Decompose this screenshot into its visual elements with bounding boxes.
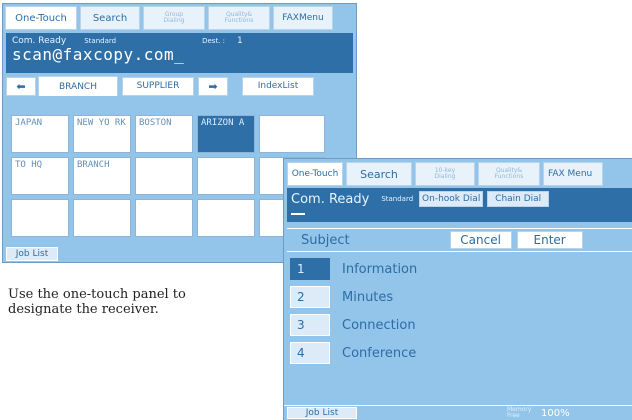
- one-touch-key-japan[interactable]: JAPAN: [11, 115, 69, 153]
- panel2-bottom-bar: Job List Memory Free 100%: [284, 405, 632, 420]
- instruction-caption: Use the one-touch panel to designate the…: [8, 287, 186, 317]
- one-touch-key-boston[interactable]: BOSTON: [135, 115, 193, 153]
- one-touch-key-arizona[interactable]: ARIZON A: [197, 115, 255, 153]
- status-dest-label: Dest. :: [202, 37, 225, 45]
- tab-10-key-dialing-label: 10-key Dialing: [435, 168, 456, 180]
- subject-item[interactable]: 1 Information: [290, 258, 630, 280]
- one-touch-key-to-hq[interactable]: TO HQ: [11, 157, 69, 195]
- subject-item-label: Conference: [342, 345, 417, 361]
- tab-search[interactable]: Search: [80, 6, 140, 30]
- one-touch-key-new-york[interactable]: NEW YO RK: [73, 115, 131, 153]
- subject-item-number: 1: [290, 258, 330, 280]
- subject-item[interactable]: 2 Minutes: [290, 286, 630, 308]
- tab-search[interactable]: Search: [346, 162, 412, 186]
- status-mode: Standard: [84, 37, 117, 45]
- one-touch-key-empty[interactable]: [259, 115, 325, 153]
- one-touch-key-empty[interactable]: [197, 199, 255, 237]
- subject-item-number: 2: [290, 286, 330, 308]
- subject-item-label: Minutes: [342, 289, 394, 305]
- panel2-tab-bar: One-Touch Search 10-key Dialing Quality&…: [284, 159, 632, 186]
- left-arrow-button[interactable]: ⬅: [6, 76, 36, 96]
- right-arrow-button[interactable]: ➡: [198, 76, 228, 96]
- one-touch-key-empty[interactable]: [197, 157, 255, 195]
- job-list-button[interactable]: Job List: [6, 247, 58, 261]
- tab-quality-line2: Functions: [224, 17, 254, 24]
- tab-quality-functions[interactable]: Quality& Functions: [208, 6, 270, 30]
- subject-header-row: Subject Cancel Enter: [287, 228, 632, 252]
- subject-item[interactable]: 3 Connection: [290, 314, 630, 336]
- tab-group-dialing-label: Group Dialing: [164, 12, 185, 24]
- one-touch-key-grid: JAPAN NEW YO RK BOSTON ARIZON A TO HQ BR…: [11, 115, 325, 237]
- group-tab-supplier[interactable]: SUPPLIER: [122, 76, 194, 96]
- tab-quality-functions-label: Quality& Functions: [495, 168, 524, 180]
- status-mode: Standard: [381, 195, 414, 203]
- subject-panel: One-Touch Search 10-key Dialing Quality&…: [283, 158, 632, 420]
- subject-item-number: 4: [290, 342, 330, 364]
- memory-free-label: Memory Free: [507, 406, 532, 419]
- one-touch-key-empty[interactable]: [135, 199, 193, 237]
- tab-fax-menu[interactable]: FAX Menu: [543, 162, 603, 186]
- panel1-status-area: Com. Ready Standard Dest. : 1 scan@faxco…: [6, 33, 353, 73]
- tab-fax-menu[interactable]: FAXMenu: [273, 6, 333, 30]
- memory-free-value: 100%: [541, 407, 570, 419]
- index-list-button[interactable]: IndexList: [242, 76, 314, 96]
- tab-10-key-dialing[interactable]: 10-key Dialing: [415, 162, 475, 186]
- enter-button[interactable]: Enter: [516, 231, 583, 249]
- panel2-status-area: Com. Ready Standard On-hook Dial Chain D…: [287, 188, 632, 222]
- subject-label: Subject: [301, 232, 350, 248]
- tab-one-touch[interactable]: One-Touch: [287, 162, 343, 186]
- tab-quality-functions[interactable]: Quality& Functions: [478, 162, 540, 186]
- tab-group-dialing[interactable]: Group Dialing: [143, 6, 205, 30]
- tab-one-touch[interactable]: One-Touch: [5, 6, 77, 30]
- tab-group-dialing-line2: Dialing: [163, 17, 185, 24]
- on-hook-dial-button[interactable]: On-hook Dial: [419, 191, 484, 207]
- cancel-button[interactable]: Cancel: [449, 231, 512, 249]
- one-touch-key-empty[interactable]: [11, 199, 69, 237]
- subject-list: 1 Information 2 Minutes 3 Connection 4 C…: [284, 258, 632, 364]
- group-tab-branch[interactable]: BRANCH: [38, 76, 118, 96]
- one-touch-key-empty[interactable]: [73, 199, 131, 237]
- subject-item-label: Information: [342, 261, 418, 277]
- one-touch-key-branch[interactable]: BRANCH: [73, 157, 131, 195]
- status-com-ready: Com. Ready: [291, 191, 370, 207]
- tab-10-key-line2: Dialing: [434, 173, 456, 180]
- destination-address: scan@faxcopy.com_: [12, 45, 185, 64]
- panel1-nav-row: ⬅ BRANCH SUPPLIER ➡ IndexList: [6, 76, 353, 96]
- one-touch-key-empty[interactable]: [135, 157, 193, 195]
- panel1-tab-bar: One-Touch Search Group Dialing Quality& …: [3, 4, 356, 30]
- subject-item[interactable]: 4 Conference: [290, 342, 630, 364]
- subject-item-label: Connection: [342, 317, 416, 333]
- subject-item-number: 3: [290, 314, 330, 336]
- panel2-status-row: Com. Ready Standard On-hook Dial Chain D…: [291, 191, 628, 207]
- chain-dial-button[interactable]: Chain Dial: [487, 191, 550, 207]
- tab-quality-line2: Functions: [494, 173, 524, 180]
- status-dest-value: 1: [237, 36, 243, 46]
- tab-quality-functions-label: Quality& Functions: [225, 12, 254, 24]
- status-cursor: [291, 213, 305, 215]
- job-list-button[interactable]: Job List: [287, 407, 357, 419]
